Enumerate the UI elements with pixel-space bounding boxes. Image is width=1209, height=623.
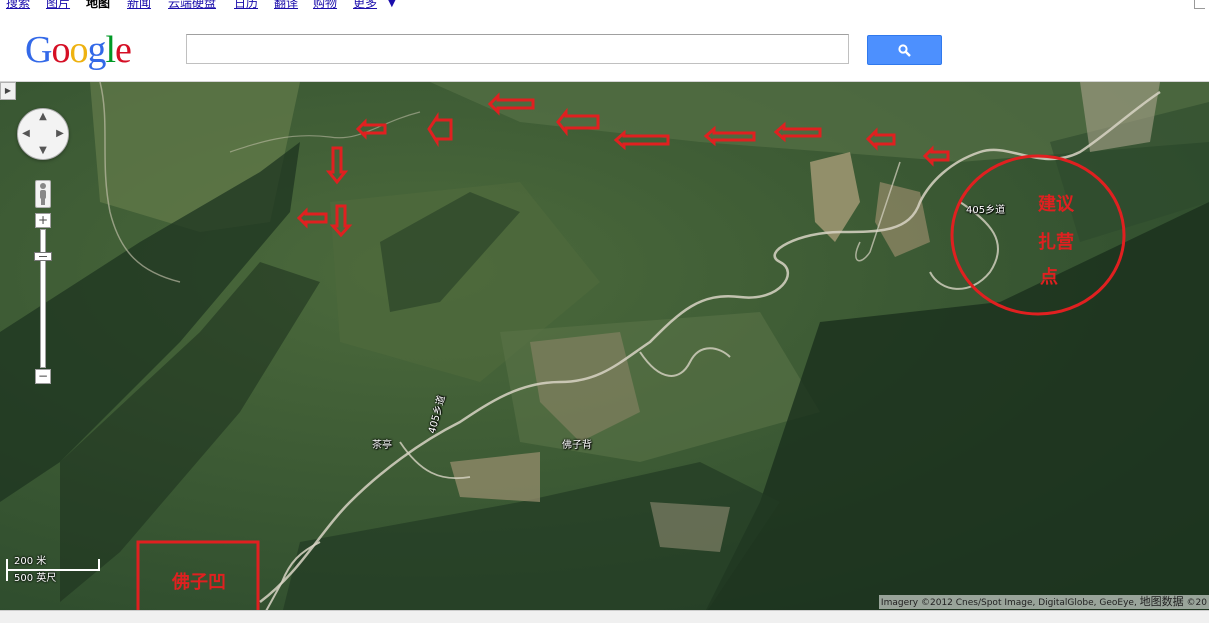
pan-up-icon[interactable]: ▲ [38,112,48,122]
search-button[interactable] [867,35,942,65]
more-dropdown-icon[interactable]: ▼ [388,0,396,9]
logo-letter: o [69,29,88,71]
pan-control[interactable]: ▲ ▼ ◀ ▶ [17,108,69,160]
place-label-fozibei: 佛子背 [562,440,592,451]
attribution-text: Imagery ©2012 Cnes/Spot Image, DigitalGl… [880,598,1140,608]
top-nav-bar: 搜索 图片 地图 新闻 云端硬盘 日历 翻译 购物 更多 ▼ [0,0,1209,14]
fozi-ao-note: 佛子凹 [172,572,226,593]
pan-down-icon[interactable]: ▼ [38,146,48,156]
scale-metric: 200 米 [14,556,47,567]
pan-right-icon[interactable]: ▶ [55,129,65,139]
logo-letter: G [25,29,52,71]
nav-item-news[interactable]: 新闻 [127,0,151,9]
campsite-note-line3: 点 [1040,267,1058,288]
satellite-imagery [0,82,1209,622]
campsite-note-line2: 扎营 [1038,232,1074,253]
zoom-slider-thumb[interactable] [34,252,52,261]
panel-toggle-button[interactable]: ▶ [0,82,16,100]
nav-item-translate[interactable]: 翻译 [274,0,298,9]
status-bar [0,610,1209,623]
road-label-405-top: 405乡道 [966,205,1006,216]
search-input[interactable] [186,34,849,64]
pegman-icon[interactable] [35,180,51,208]
nav-item-search[interactable]: 搜索 [6,0,30,9]
attribution-trailing: ©20 [1183,598,1207,608]
logo-letter: l [105,29,116,71]
campsite-note-line1: 建议 [1038,194,1074,215]
nav-item-calendar[interactable]: 日历 [234,0,258,9]
window-corner [1194,0,1205,9]
logo-text: Google [25,29,132,71]
header: Google [0,14,1209,82]
logo-letter: e [115,29,132,71]
nav-item-shopping[interactable]: 购物 [313,0,337,9]
zoom-in-button[interactable]: + [35,213,51,228]
zoom-out-button[interactable]: − [35,369,51,384]
nav-item-drive[interactable]: 云端硬盘 [168,0,216,9]
map-data-link[interactable]: 地图数据 [1140,595,1184,608]
nav-item-more[interactable]: 更多 [353,0,377,9]
search-icon [898,44,911,57]
google-logo[interactable]: Google [25,29,132,71]
scale-imperial: 500 英尺 [14,573,57,584]
map-attribution: Imagery ©2012 Cnes/Spot Image, DigitalGl… [878,595,1209,609]
pan-left-icon[interactable]: ◀ [21,129,31,139]
zoom-slider-track[interactable] [40,229,46,368]
nav-item-images[interactable]: 图片 [46,0,70,9]
logo-letter: o [51,29,70,71]
scale-bar: 200 米 500 英尺 [6,556,102,586]
map-canvas[interactable]: 405乡道 茶亭 405乡道 佛子背 建议 扎营 点 佛子凹 ▶ ▲ ▼ ◀ ▶… [0,82,1209,622]
logo-letter: g [87,29,106,71]
nav-item-maps[interactable]: 地图 [86,0,110,9]
place-label-chating: 茶亭 [372,440,392,451]
